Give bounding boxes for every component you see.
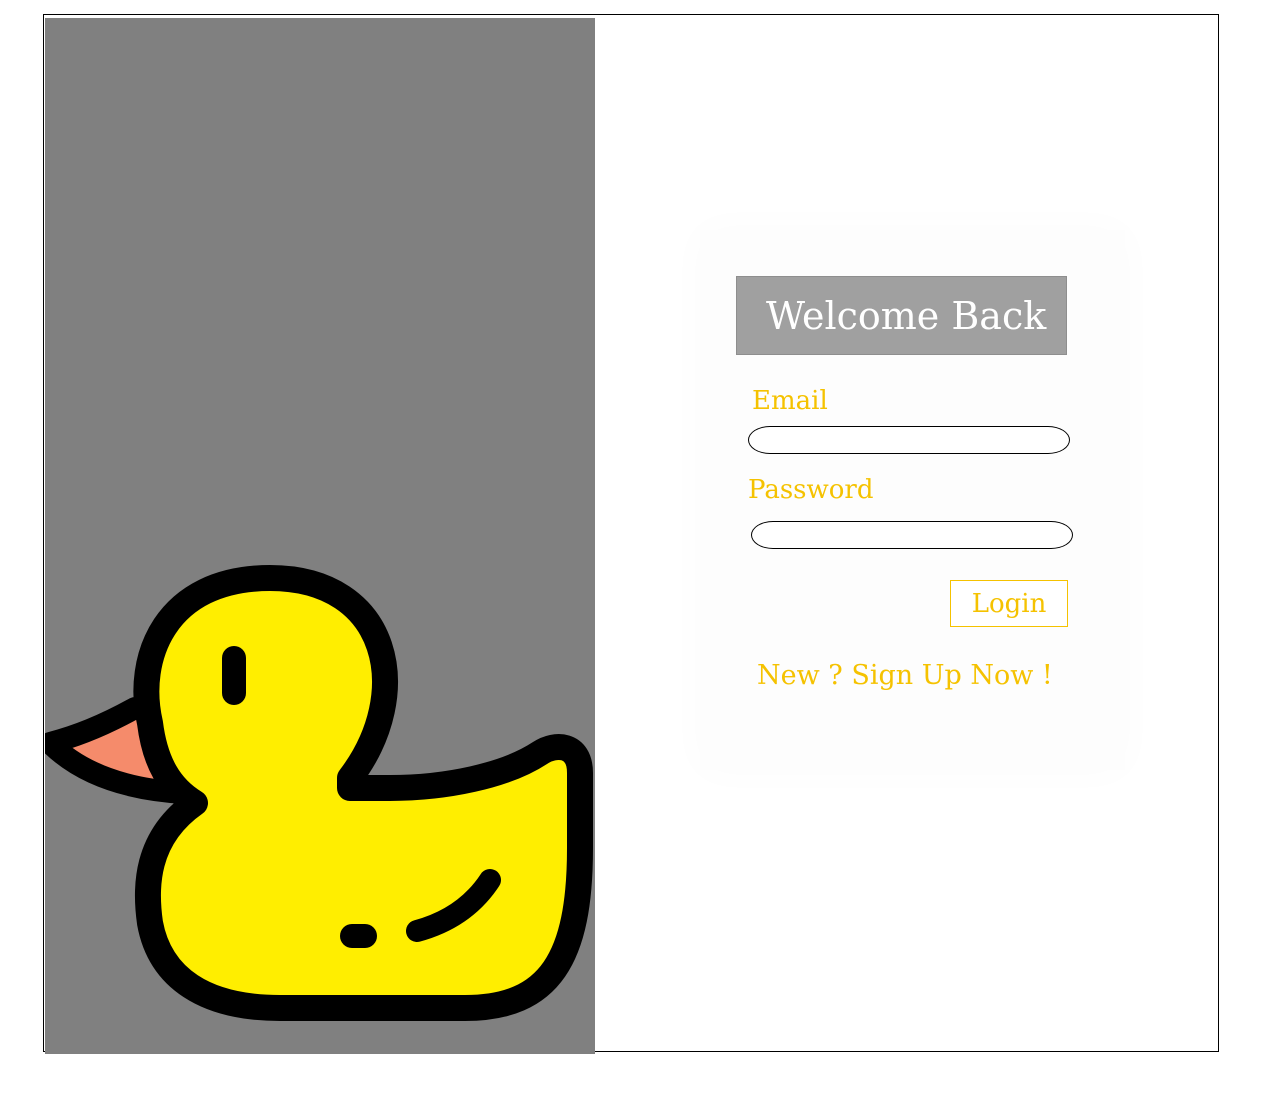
password-field[interactable] bbox=[751, 521, 1073, 549]
rubber-duck-icon bbox=[45, 565, 593, 1021]
login-button[interactable]: Login bbox=[950, 580, 1068, 627]
email-label: Email bbox=[752, 386, 828, 416]
signup-link[interactable]: New ? Sign Up Now ! bbox=[757, 660, 1053, 691]
welcome-title: Welcome Back bbox=[736, 276, 1067, 355]
illustration-panel bbox=[45, 18, 595, 1054]
password-label: Password bbox=[748, 475, 874, 505]
email-field[interactable] bbox=[748, 426, 1070, 454]
